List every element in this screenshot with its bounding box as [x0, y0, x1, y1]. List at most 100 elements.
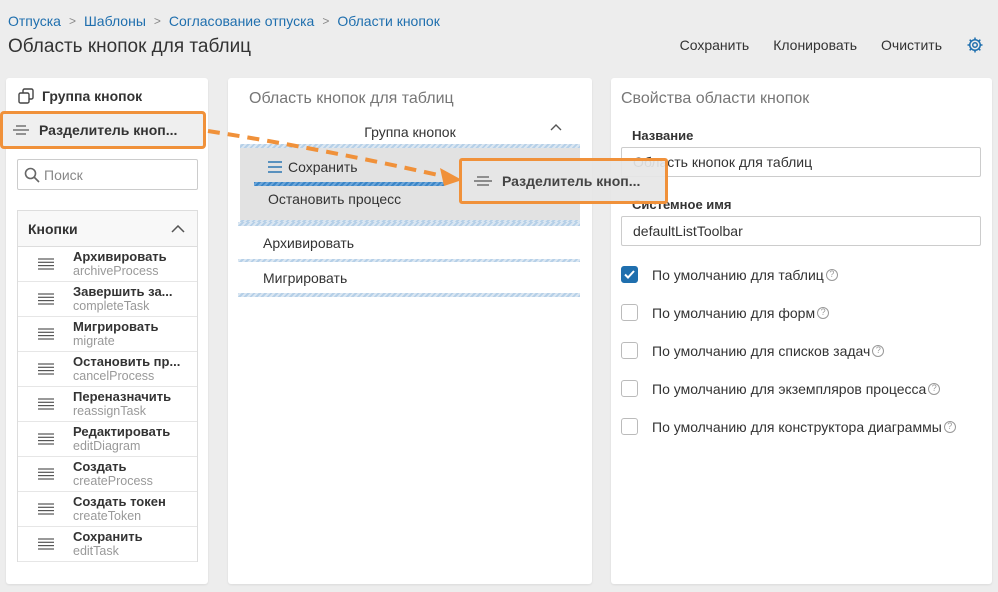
drop-zone: [238, 222, 580, 226]
button-title: Сохранить: [73, 529, 143, 544]
group-item-stop[interactable]: Остановить процесс: [268, 191, 401, 207]
button-group-header[interactable]: Группа кнопок: [240, 120, 580, 144]
name-label: Название: [632, 128, 694, 143]
buttons-list-title: Кнопки: [28, 220, 78, 237]
buttons-list: Кнопки Архивировать archiveProcess Заверши…: [17, 210, 198, 562]
drag-handle-icon[interactable]: [37, 468, 54, 480]
help-icon[interactable]: ?: [817, 306, 830, 319]
button-title: Переназначить: [73, 389, 172, 404]
button-list-item[interactable]: Создать токен createToken: [18, 492, 197, 527]
default-checkbox-row[interactable]: По умолчанию для таблиц?: [621, 266, 838, 283]
button-list-item[interactable]: Переназначить reassignTask: [18, 387, 197, 422]
breadcrumb-item[interactable]: Шаблоны: [84, 13, 146, 29]
copy-icon: [18, 88, 34, 104]
save-button[interactable]: Сохранить: [680, 37, 750, 53]
button-title: Остановить пр...: [73, 354, 181, 369]
button-title: Создать: [73, 459, 127, 474]
drag-handle-icon[interactable]: [37, 258, 54, 270]
checkbox-label: По умолчанию для таблиц: [652, 266, 824, 283]
help-icon[interactable]: ?: [928, 382, 941, 395]
button-code: createProcess: [73, 474, 153, 488]
drag-handle-icon[interactable]: [37, 293, 54, 305]
button-code: editTask: [73, 544, 119, 558]
chevron-right-icon: >: [68, 14, 76, 28]
default-checkbox-row[interactable]: По умолчанию для форм?: [621, 304, 830, 321]
help-icon[interactable]: ?: [943, 420, 956, 433]
separator-icon: [13, 125, 29, 135]
drag-handle-icon[interactable]: [37, 398, 54, 410]
checkbox[interactable]: [621, 304, 638, 321]
button-code: createToken: [73, 509, 142, 523]
drag-handle-icon[interactable]: [37, 363, 54, 375]
dragged-separator[interactable]: Разделитель кноп...: [459, 158, 668, 204]
buttons-list-header[interactable]: Кнопки: [18, 211, 197, 247]
button-group-palette-item[interactable]: Группа кнопок: [18, 88, 142, 104]
drag-handle-icon[interactable]: [37, 538, 54, 550]
breadcrumb: Отпуска > Шаблоны > Согласование отпуска > …: [8, 13, 440, 29]
gear-icon[interactable]: [966, 36, 984, 54]
checkbox[interactable]: [621, 342, 638, 359]
button-title: Создать токен: [73, 494, 166, 509]
search-input[interactable]: Поиск: [17, 159, 198, 190]
button-code: archiveProcess: [73, 264, 159, 278]
button-group-title: Группа кнопок: [364, 124, 456, 140]
button-title: Архивировать: [73, 249, 167, 264]
properties-title: Свойства области кнопок: [621, 90, 810, 107]
breadcrumb-item[interactable]: Согласование отпуска: [169, 13, 314, 29]
clone-button[interactable]: Клонировать: [773, 37, 857, 53]
checkbox[interactable]: [621, 380, 638, 397]
help-icon[interactable]: ?: [825, 268, 838, 281]
button-title: Редактировать: [73, 424, 171, 439]
button-title: Завершить за...: [73, 284, 173, 299]
separator-icon: [268, 161, 282, 173]
button-list-item[interactable]: Мигрировать migrate: [18, 317, 197, 352]
drag-handle-icon[interactable]: [37, 433, 54, 445]
drag-handle-icon[interactable]: [37, 503, 54, 515]
drop-indicator: [254, 182, 444, 186]
checkbox[interactable]: [621, 266, 638, 283]
editor-title: Область кнопок для таблиц: [249, 90, 454, 107]
sysname-field[interactable]: defaultListToolbar: [621, 216, 981, 246]
button-list-item[interactable]: Остановить пр... cancelProcess: [18, 352, 197, 387]
default-checkbox-row[interactable]: По умолчанию для экземпляров процесса?: [621, 380, 941, 397]
default-checkbox-row[interactable]: По умолчанию для конструктора диаграммы?: [621, 418, 956, 435]
clear-button[interactable]: Очистить: [881, 37, 942, 53]
button-code: cancelProcess: [73, 369, 155, 383]
chevron-up-icon[interactable]: [550, 124, 562, 131]
breadcrumb-item[interactable]: Отпуска: [8, 13, 61, 29]
separator-label: Разделитель кноп...: [39, 122, 178, 138]
checkbox-label: По умолчанию для экземпляров процесса: [652, 380, 927, 397]
drag-handle-icon[interactable]: [37, 328, 54, 340]
button-code: completeTask: [73, 299, 150, 313]
group-item-save[interactable]: Сохранить: [268, 159, 358, 175]
chevron-right-icon: >: [153, 14, 161, 28]
button-code: reassignTask: [73, 404, 146, 418]
dragged-label: Разделитель кноп...: [502, 173, 641, 189]
default-checkbox-row[interactable]: По умолчанию для списков задач?: [621, 342, 885, 359]
button-list-item[interactable]: Завершить за... completeTask: [18, 282, 197, 317]
separator-palette-item[interactable]: Разделитель кноп...: [0, 111, 206, 149]
checkbox[interactable]: [621, 418, 638, 435]
separator-icon: [474, 176, 492, 186]
breadcrumb-item[interactable]: Области кнопок: [337, 13, 440, 29]
group-item-label: Сохранить: [288, 159, 358, 175]
button-list-item[interactable]: Сохранить editTask: [18, 527, 197, 562]
toolbar-area-editor: Область кнопок для таблиц Группа кнопок …: [228, 78, 592, 584]
search-icon: [24, 167, 40, 183]
button-code: migrate: [73, 334, 115, 348]
help-icon[interactable]: ?: [872, 344, 885, 357]
checkbox-label: По умолчанию для списков задач: [652, 342, 871, 359]
checkbox-label: По умолчанию для конструктора диаграммы: [652, 418, 942, 435]
button-list-item[interactable]: Создать createProcess: [18, 457, 197, 492]
toolbar-item-migrate[interactable]: Мигрировать: [238, 262, 580, 294]
chevron-right-icon: >: [322, 14, 330, 28]
toolbar: Сохранить Клонировать Очистить: [680, 36, 984, 54]
button-list-item[interactable]: Редактировать editDiagram: [18, 422, 197, 457]
toolbar-item-archive[interactable]: Архивировать: [238, 227, 580, 259]
page-title: Область кнопок для таблиц: [8, 36, 252, 57]
chevron-up-icon[interactable]: [171, 224, 185, 233]
check-icon: [624, 270, 635, 279]
drop-zone: [238, 293, 580, 297]
button-list-item[interactable]: Архивировать archiveProcess: [18, 247, 197, 282]
name-field[interactable]: Область кнопок для таблиц: [621, 147, 981, 177]
